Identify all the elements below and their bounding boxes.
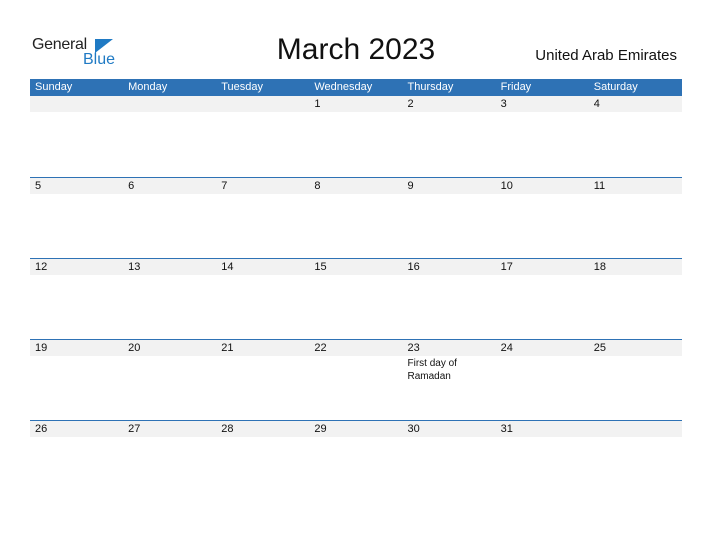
day-number [30, 96, 124, 112]
weekday-wednesday: Wednesday [314, 81, 373, 93]
day-cell: 10 [495, 178, 589, 194]
day-number [216, 96, 310, 112]
weekday-thursday: Thursday [407, 81, 454, 93]
day-number: 31 [495, 421, 589, 437]
weekday-sunday: Sunday [35, 81, 73, 93]
day-number: 10 [495, 178, 589, 194]
day-cell: 30 [402, 421, 496, 437]
week-row: 5 6 7 8 9 10 11 [30, 177, 682, 258]
weekday-saturday: Saturday [593, 81, 638, 93]
day-cell [216, 96, 310, 112]
week-row: 19 20 21 22 23 First day of Ramadan 24 25 [30, 339, 682, 420]
day-number: 1 [309, 96, 403, 112]
day-cell: 27 [123, 421, 217, 437]
day-cell [588, 421, 682, 437]
day-number: 20 [123, 340, 217, 356]
day-number: 8 [309, 178, 403, 194]
day-number: 9 [402, 178, 496, 194]
day-cell: 17 [495, 259, 589, 275]
day-number [123, 96, 217, 112]
day-cell: 23 First day of Ramadan [402, 340, 496, 383]
day-cell: 3 [495, 96, 589, 112]
day-cell: 7 [216, 178, 310, 194]
weekday-monday: Monday [128, 81, 168, 93]
day-cell: 4 [588, 96, 682, 112]
day-cell: 1 [309, 96, 403, 112]
day-number: 21 [216, 340, 310, 356]
weekday-friday: Friday [500, 81, 532, 93]
calendar-grid: Sunday Monday Tuesday Wednesday Thursday… [30, 79, 682, 501]
day-number: 6 [123, 178, 217, 194]
day-number: 12 [30, 259, 124, 275]
day-number: 27 [123, 421, 217, 437]
day-cell: 16 [402, 259, 496, 275]
day-cell [123, 96, 217, 112]
day-cell: 21 [216, 340, 310, 383]
day-number: 29 [309, 421, 403, 437]
day-number: 25 [588, 340, 682, 356]
country-label: United Arab Emirates [535, 47, 677, 64]
day-number: 4 [588, 96, 682, 112]
day-cell: 20 [123, 340, 217, 383]
day-cell: 12 [30, 259, 124, 275]
day-cell: 22 [309, 340, 403, 383]
day-cell: 18 [588, 259, 682, 275]
day-cell: 11 [588, 178, 682, 194]
day-cell: 2 [402, 96, 496, 112]
day-number: 22 [309, 340, 403, 356]
day-cell: 26 [30, 421, 124, 437]
day-number: 28 [216, 421, 310, 437]
day-number: 26 [30, 421, 124, 437]
day-number: 18 [588, 259, 682, 275]
week-row: 12 13 14 15 16 17 18 [30, 258, 682, 339]
day-cell: 6 [123, 178, 217, 194]
day-number: 3 [495, 96, 589, 112]
day-cell: 31 [495, 421, 589, 437]
day-cell: 9 [402, 178, 496, 194]
day-cell: 25 [588, 340, 682, 383]
day-number: 17 [495, 259, 589, 275]
day-number: 15 [309, 259, 403, 275]
day-number: 23 [402, 340, 496, 356]
day-number: 5 [30, 178, 124, 194]
day-cell: 8 [309, 178, 403, 194]
day-cell: 29 [309, 421, 403, 437]
holiday-event: First day of Ramadan [407, 358, 457, 382]
week-row: 1234 [30, 96, 682, 177]
day-number: 19 [30, 340, 124, 356]
day-cell: 28 [216, 421, 310, 437]
day-number: 2 [402, 96, 496, 112]
weekday-tuesday: Tuesday [221, 81, 264, 93]
day-number: 24 [495, 340, 589, 356]
day-number [588, 421, 682, 437]
day-number: 13 [123, 259, 217, 275]
weekday-header: Sunday Monday Tuesday Wednesday Thursday… [30, 79, 682, 96]
day-cell: 15 [309, 259, 403, 275]
day-number: 16 [402, 259, 496, 275]
day-number: 30 [402, 421, 496, 437]
day-cell: 5 [30, 178, 124, 194]
day-cell: 13 [123, 259, 217, 275]
day-cell: 14 [216, 259, 310, 275]
day-cell: 19 [30, 340, 124, 383]
week-row: 26 27 28 29 30 31 [30, 420, 682, 501]
day-number: 14 [216, 259, 310, 275]
day-cell [30, 96, 124, 112]
day-number: 7 [216, 178, 310, 194]
day-cell: 24 [495, 340, 589, 383]
day-number: 11 [588, 178, 682, 194]
